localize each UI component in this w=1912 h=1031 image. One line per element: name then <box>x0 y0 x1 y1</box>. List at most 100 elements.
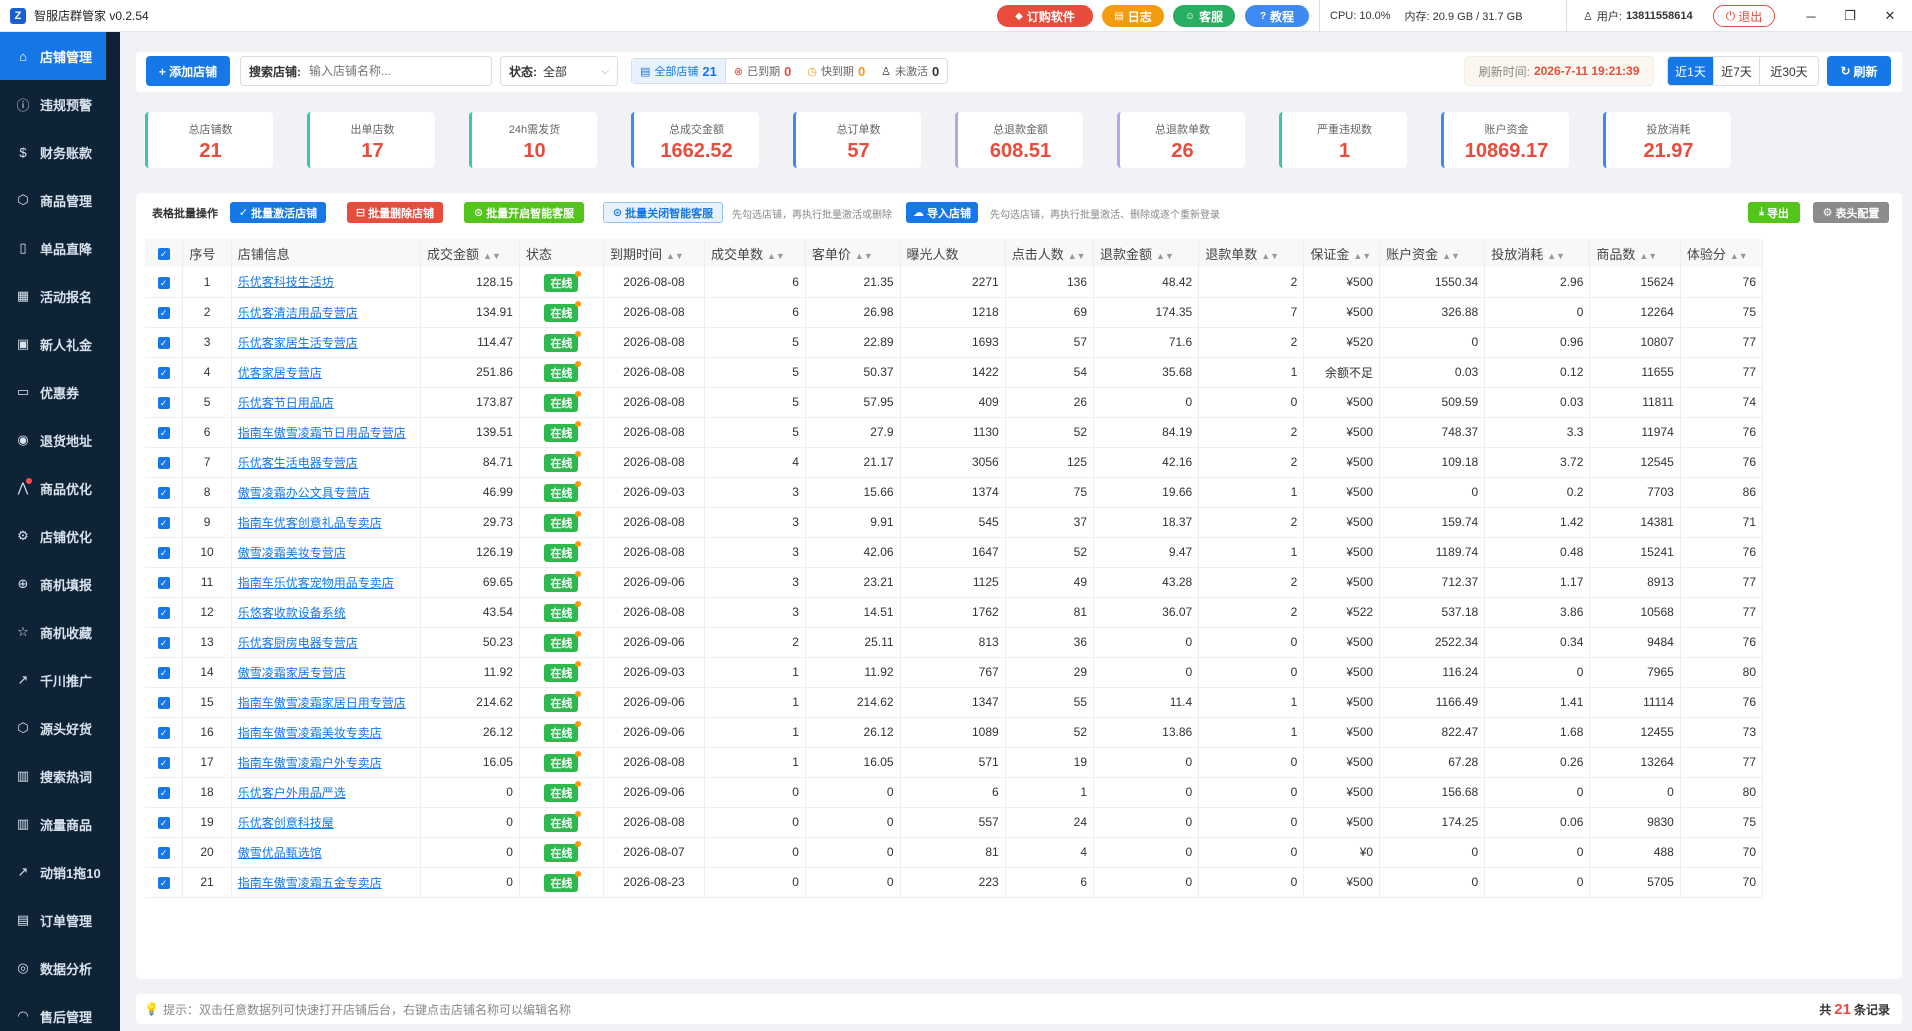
column-header[interactable]: 账户资金 ▲▼ <box>1379 239 1486 267</box>
table-row[interactable]: ✓ 12 乐悠客收款设备系统 43.54 在线 2026-08-08 3 14.51 1762 8… <box>145 597 1764 628</box>
store-name-link[interactable]: 指南车傲雪凌霜美妆专卖店 <box>231 717 422 748</box>
table-row[interactable]: ✓ 3 乐优客家居生活专营店 114.47 在线 2026-08-08 5 22.89 1693… <box>145 327 1764 358</box>
add-store-button[interactable]: + 添加店铺 <box>146 56 230 86</box>
row-checkbox[interactable]: ✓ <box>145 777 184 808</box>
sidebar-item[interactable]: ▥ 搜索热词 <box>0 752 120 800</box>
row-checkbox[interactable]: ✓ <box>145 867 184 898</box>
select-all-checkbox[interactable]: ✓ <box>145 239 184 267</box>
store-name-link[interactable]: 指南车优客创意礼品专卖店 <box>231 507 422 538</box>
column-header[interactable]: 到期时间 ▲▼ <box>603 239 705 267</box>
sidebar-item[interactable]: ◎ 数据分析 <box>0 944 120 992</box>
table-row[interactable]: ✓ 14 傲雪凌霜家居专营店 11.92 在线 2026-09-03 1 11.92 767 29… <box>145 657 1764 688</box>
column-header[interactable]: 点击人数 ▲▼ <box>1005 239 1095 267</box>
time-range-button[interactable]: 近7天 <box>1714 57 1760 85</box>
column-header[interactable]: 状态 <box>519 239 605 267</box>
column-header[interactable]: 成交金额 ▲▼ <box>420 239 520 267</box>
table-row[interactable]: ✓ 17 指南车傲雪凌霜户外专卖店 16.05 在线 2026-08-08 1 16.05 57… <box>145 747 1764 778</box>
sidebar-item[interactable]: ▥ 流量商品 <box>0 800 120 848</box>
batch-close-ai-button[interactable]: ⊙ 批量关闭智能客服 <box>603 202 723 223</box>
row-checkbox[interactable]: ✓ <box>145 447 184 478</box>
maximize-button[interactable]: ❐ <box>1828 0 1872 32</box>
filter-chip[interactable]: ▤ 全部店铺 21 <box>632 59 726 83</box>
store-name-link[interactable]: 指南车傲雪凌霜家居日用专营店 <box>231 687 422 718</box>
customer-service-button[interactable]: ☺ 客服 <box>1173 5 1235 27</box>
sidebar-item[interactable]: ☆ 商机收藏 <box>0 608 120 656</box>
store-name-link[interactable]: 乐优客创意科技屋 <box>231 807 422 838</box>
close-button[interactable]: ✕ <box>1868 0 1912 32</box>
store-name-link[interactable]: 傲雪凌霜办公文具专营店 <box>231 477 422 508</box>
order-software-button[interactable]: ◆ 订购软件 <box>997 5 1093 27</box>
table-row[interactable]: ✓ 4 优客家居专营店 251.86 在线 2026-08-08 5 50.37 1422 54 3… <box>145 357 1764 388</box>
table-row[interactable]: ✓ 15 指南车傲雪凌霜家居日用专营店 214.62 在线 2026-09-06 1 214.… <box>145 687 1764 718</box>
column-header[interactable]: 体验分 ▲▼ <box>1680 239 1764 267</box>
table-row[interactable]: ✓ 18 乐优客户外用品严选 0 在线 2026-09-06 0 0 6 1 0 0 ¥500 156.6… <box>145 777 1764 808</box>
status-select[interactable]: 状态: 全部 ⌵ <box>500 56 618 86</box>
table-row[interactable]: ✓ 19 乐优客创意科技屋 0 在线 2026-08-08 0 0 557 24 0 0 ¥500 174… <box>145 807 1764 838</box>
store-name-link[interactable]: 乐优客家居生活专营店 <box>231 327 422 358</box>
row-checkbox[interactable]: ✓ <box>145 597 184 628</box>
table-row[interactable]: ✓ 10 傲雪凌霜美妆专营店 126.19 在线 2026-08-08 3 42.06 1647… <box>145 537 1764 568</box>
table-row[interactable]: ✓ 13 乐优客厨房电器专营店 50.23 在线 2026-09-06 2 25.11 813 3… <box>145 627 1764 658</box>
filter-chip[interactable]: ♙ 未激活 0 <box>873 59 947 83</box>
sidebar-item[interactable]: ⊕ 商机填报 <box>0 560 120 608</box>
row-checkbox[interactable]: ✓ <box>145 297 184 328</box>
table-row[interactable]: ✓ 1 乐优客科技生活坊 128.15 在线 2026-08-08 6 21.35 2271 13… <box>145 267 1764 298</box>
store-name-link[interactable]: 乐优客科技生活坊 <box>231 267 422 298</box>
tutorial-button[interactable]: ? 教程 <box>1245 5 1309 27</box>
column-header[interactable]: 序号 <box>182 239 232 267</box>
import-store-button[interactable]: ☁ 导入店铺 <box>906 202 978 223</box>
table-row[interactable]: ✓ 16 指南车傲雪凌霜美妆专卖店 26.12 在线 2026-09-06 1 26.12 10… <box>145 717 1764 748</box>
sidebar-item[interactable]: ⋀ 商品优化 <box>0 464 120 512</box>
row-checkbox[interactable]: ✓ <box>145 507 184 538</box>
row-checkbox[interactable]: ✓ <box>145 627 184 658</box>
table-row[interactable]: ✓ 2 乐优客清洁用品专营店 134.91 在线 2026-08-08 6 26.98 1218… <box>145 297 1764 328</box>
store-name-link[interactable]: 优客家居专营店 <box>231 357 422 388</box>
row-checkbox[interactable]: ✓ <box>145 477 184 508</box>
table-row[interactable]: ✓ 11 指南车乐优客宠物用品专卖店 69.65 在线 2026-09-06 3 23.21 1… <box>145 567 1764 598</box>
logout-button[interactable]: ⏻ 退出 <box>1713 5 1775 27</box>
time-range-button[interactable]: 近1天 <box>1668 57 1714 85</box>
column-header[interactable]: 成交单数 ▲▼ <box>704 239 806 267</box>
table-row[interactable]: ✓ 8 傲雪凌霜办公文具专营店 46.99 在线 2026-09-03 3 15.66 1374… <box>145 477 1764 508</box>
store-name-link[interactable]: 乐优客厨房电器专营店 <box>231 627 422 658</box>
row-checkbox[interactable]: ✓ <box>145 387 184 418</box>
refresh-button[interactable]: ↻ 刷新 <box>1827 56 1891 86</box>
column-config-button[interactable]: ⚙ 表头配置 <box>1813 202 1889 223</box>
filter-chip[interactable]: ◷ 快到期 0 <box>799 59 873 83</box>
row-checkbox[interactable]: ✓ <box>145 267 184 298</box>
store-name-link[interactable]: 指南车傲雪凌霜户外专卖店 <box>231 747 422 778</box>
sidebar-item[interactable]: ◉ 退货地址 <box>0 416 120 464</box>
sidebar-item[interactable]: ▤ 订单管理 <box>0 896 120 944</box>
column-header[interactable]: 保证金 ▲▼ <box>1303 239 1381 267</box>
store-name-link[interactable]: 乐悠客收款设备系统 <box>231 597 422 628</box>
table-row[interactable]: ✓ 7 乐优客生活电器专营店 84.71 在线 2026-08-08 4 21.17 3056 1… <box>145 447 1764 478</box>
row-checkbox[interactable]: ✓ <box>145 807 184 838</box>
column-header[interactable]: 退款金额 ▲▼ <box>1093 239 1200 267</box>
table-row[interactable]: ✓ 21 指南车傲雪凌霜五金专卖店 0 在线 2026-08-23 0 0 223 6 0 0 ¥500… <box>145 867 1764 898</box>
row-checkbox[interactable]: ✓ <box>145 537 184 568</box>
sidebar-item[interactable]: ◠ 售后管理 <box>0 992 120 1031</box>
column-header[interactable]: 曝光人数 <box>900 239 1006 267</box>
table-row[interactable]: ✓ 20 傲雪优品甄选馆 0 在线 2026-08-07 0 0 81 4 0 0 ¥0 0 0 488 70 <box>145 837 1764 868</box>
column-header[interactable]: 店铺信息 <box>231 239 422 267</box>
column-header[interactable]: 退款单数 ▲▼ <box>1198 239 1305 267</box>
batch-delete-button[interactable]: ⊟ 批量删除店铺 <box>347 202 443 223</box>
sidebar-item[interactable]: ⚙ 店铺优化 <box>0 512 120 560</box>
sidebar-item[interactable]: ⓘ 违规预警 <box>0 80 120 128</box>
column-header[interactable]: 客单价 ▲▼ <box>805 239 901 267</box>
sidebar-item[interactable]: ↗ 动销1拖10 <box>0 848 120 896</box>
sidebar-item[interactable]: $ 财务账款 <box>0 128 120 176</box>
table-row[interactable]: ✓ 5 乐优客节日用品店 173.87 在线 2026-08-08 5 57.95 409 26 0… <box>145 387 1764 418</box>
sidebar-item[interactable]: ▯ 单品直降 <box>0 224 120 272</box>
store-name-link[interactable]: 傲雪凌霜美妆专营店 <box>231 537 422 568</box>
minimize-button[interactable]: ─ <box>1789 0 1833 32</box>
store-name-link[interactable]: 乐优客生活电器专营店 <box>231 447 422 478</box>
column-header[interactable]: 商品数 ▲▼ <box>1589 239 1681 267</box>
row-checkbox[interactable]: ✓ <box>145 717 184 748</box>
row-checkbox[interactable]: ✓ <box>145 357 184 388</box>
export-button[interactable]: ⤓ 导出 <box>1748 202 1800 223</box>
sidebar-item[interactable]: ⌂ 店铺管理 <box>0 32 106 80</box>
row-checkbox[interactable]: ✓ <box>145 837 184 868</box>
row-checkbox[interactable]: ✓ <box>145 567 184 598</box>
row-checkbox[interactable]: ✓ <box>145 327 184 358</box>
